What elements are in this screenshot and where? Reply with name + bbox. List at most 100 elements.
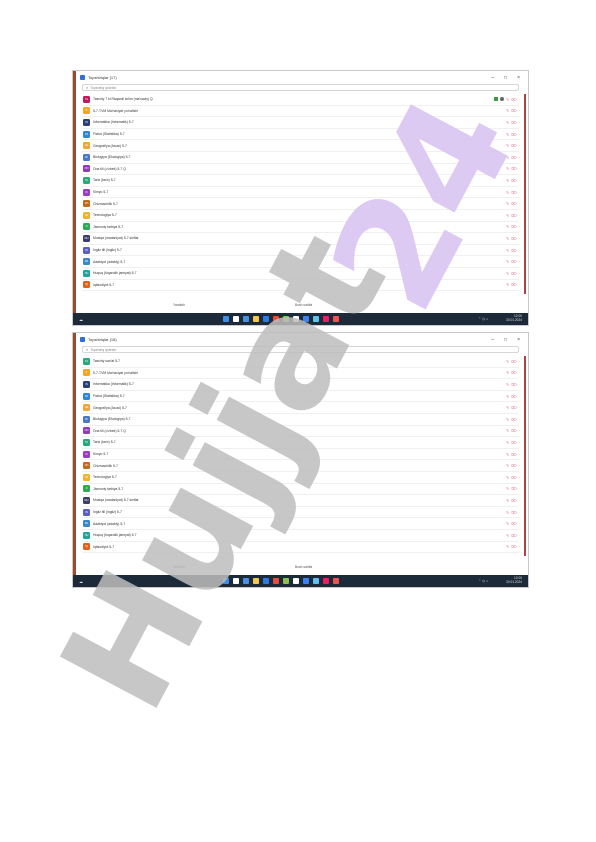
edit-icon[interactable]: ✎: [506, 166, 509, 171]
delete-icon[interactable]: ⌦: [511, 143, 517, 148]
taskbar-app-icon[interactable]: [313, 316, 319, 322]
create-button[interactable]: Yaratish: [173, 303, 185, 307]
list-item[interactable]: ON Ona tili (o'zbek) 5-7 Q ✎ ⌦: [82, 426, 519, 438]
edit-icon[interactable]: ✎: [506, 248, 509, 253]
taskbar-app-icon[interactable]: [223, 316, 229, 322]
list-item[interactable]: IN Informatika (Informatik) 5-7 ✎ ⌦: [82, 117, 519, 129]
list-item[interactable]: TA Tarix (tarix) 5-7 ✎ ⌦: [82, 437, 519, 449]
edit-icon[interactable]: ✎: [506, 405, 509, 410]
edit-icon[interactable]: ✎: [506, 359, 509, 364]
list-item[interactable]: IN Ingliz tili (ingliz) 5-7 ✎ ⌦: [82, 507, 519, 519]
edit-icon[interactable]: ✎: [506, 440, 509, 445]
delete-icon[interactable]: ⌦: [511, 382, 517, 387]
system-tray-icon[interactable]: ⌃ ◷ ◗: [478, 317, 488, 321]
status-dot-icon[interactable]: [499, 96, 504, 101]
list-item[interactable]: IQ Iqtisodiyot 5-7 ✎ ⌦: [82, 542, 519, 554]
home-button[interactable]: Bosh sahifa: [295, 565, 312, 569]
list-item[interactable]: TA Tasviriy 7 kl Raqamli ta'lim (ma'naviy…: [82, 94, 519, 106]
edit-icon[interactable]: ✎: [506, 510, 509, 515]
scrollbar[interactable]: [524, 94, 526, 294]
list-item[interactable]: GE Geografiya (Asosi) 5-7 ✎ ⌦: [82, 402, 519, 414]
edit-icon[interactable]: ✎: [506, 190, 509, 195]
edit-icon[interactable]: ✎: [506, 259, 509, 264]
delete-icon[interactable]: ⌦: [511, 271, 517, 276]
list-item[interactable]: KI Kimyo 5-7 ✎ ⌦: [82, 187, 519, 199]
delete-icon[interactable]: ⌦: [511, 155, 517, 160]
delete-icon[interactable]: ⌦: [511, 97, 517, 102]
delete-icon[interactable]: ⌦: [511, 440, 517, 445]
delete-icon[interactable]: ⌦: [511, 359, 517, 364]
delete-icon[interactable]: ⌦: [511, 282, 517, 287]
edit-icon[interactable]: ✎: [506, 108, 509, 113]
edit-icon[interactable]: ✎: [506, 201, 509, 206]
list-item[interactable]: KI Kimyo 5-7 ✎ ⌦: [82, 449, 519, 461]
delete-icon[interactable]: ⌦: [511, 486, 517, 491]
delete-icon[interactable]: ⌦: [511, 510, 517, 515]
taskbar-app-icon[interactable]: [263, 316, 269, 322]
delete-icon[interactable]: ⌦: [511, 236, 517, 241]
list-item[interactable]: TE Texnologiya 5-7 ✎ ⌦: [82, 472, 519, 484]
maximize-icon[interactable]: □: [504, 75, 507, 81]
edit-icon[interactable]: ✎: [506, 213, 509, 218]
taskbar-app-icon[interactable]: [283, 316, 289, 322]
taskbar-app-icon[interactable]: [283, 578, 289, 584]
list-item[interactable]: HU Huquq (fuqarolik jamiyat) 5-7 ✎ ⌦: [82, 268, 519, 280]
list-item[interactable]: IQ Iqtisodiyot 5-7 ✎ ⌦: [82, 280, 519, 292]
taskbar-app-icon[interactable]: [303, 316, 309, 322]
edit-icon[interactable]: ✎: [506, 370, 509, 375]
taskbar-app-icon[interactable]: [253, 316, 259, 322]
edit-icon[interactable]: ✎: [506, 120, 509, 125]
taskbar-app-icon[interactable]: [273, 316, 279, 322]
delete-icon[interactable]: ⌦: [511, 132, 517, 137]
edit-icon[interactable]: ✎: [506, 475, 509, 480]
search-input[interactable]: ⌕ Topshiriq qidirish: [82, 84, 519, 91]
system-tray-icon[interactable]: ⌃ ◷ ◗: [478, 579, 488, 583]
widgets-icon[interactable]: ☁: [79, 317, 83, 322]
edit-icon[interactable]: ✎: [506, 155, 509, 160]
delete-icon[interactable]: ⌦: [511, 428, 517, 433]
edit-icon[interactable]: ✎: [506, 533, 509, 538]
delete-icon[interactable]: ⌦: [511, 120, 517, 125]
taskbar-app-icon[interactable]: [253, 578, 259, 584]
taskbar-app-icon[interactable]: [263, 578, 269, 584]
delete-icon[interactable]: ⌦: [511, 475, 517, 480]
taskbar-app-icon[interactable]: [293, 316, 299, 322]
taskbar-app-icon[interactable]: [333, 316, 339, 322]
delete-icon[interactable]: ⌦: [511, 417, 517, 422]
list-item[interactable]: IN Ingliz tili (ingliz) 5-7 ✎ ⌦: [82, 245, 519, 257]
edit-icon[interactable]: ✎: [506, 498, 509, 503]
list-item[interactable]: ON Ona tili (o'zbek) 5-7 Q ✎ ⌦: [82, 164, 519, 176]
edit-icon[interactable]: ✎: [506, 143, 509, 148]
edit-icon[interactable]: ✎: [506, 521, 509, 526]
delete-icon[interactable]: ⌦: [511, 394, 517, 399]
taskbar-app-icon[interactable]: [313, 578, 319, 584]
list-item[interactable]: CH Chizmachilik 5-7 ✎ ⌦: [82, 198, 519, 210]
list-item[interactable]: FZ Fizika (Statistika) 5-7 ✎ ⌦: [82, 391, 519, 403]
list-item[interactable]: BI Biologiya (Ekologiya) 5-7 ✎ ⌦: [82, 152, 519, 164]
delete-icon[interactable]: ⌦: [511, 224, 517, 229]
delete-icon[interactable]: ⌦: [511, 544, 517, 549]
delete-icon[interactable]: ⌦: [511, 213, 517, 218]
edit-icon[interactable]: ✎: [506, 271, 509, 276]
list-item[interactable]: 5 5-7-TVM Ma'naviyat yo'nalishi ✎ ⌦: [82, 106, 519, 118]
delete-icon[interactable]: ⌦: [511, 178, 517, 183]
delete-icon[interactable]: ⌦: [511, 370, 517, 375]
edit-icon[interactable]: ✎: [506, 452, 509, 457]
taskbar-app-icon[interactable]: [273, 578, 279, 584]
edit-icon[interactable]: ✎: [506, 544, 509, 549]
search-input[interactable]: ⌕ Topshiriq qidirish: [82, 346, 519, 353]
taskbar-app-icon[interactable]: [323, 578, 329, 584]
list-item[interactable]: JI Jismoniy tarbiya 5-7 ✎ ⌦: [82, 222, 519, 234]
edit-icon[interactable]: ✎: [506, 97, 509, 102]
create-button[interactable]: Yaratish: [173, 565, 185, 569]
delete-icon[interactable]: ⌦: [511, 259, 517, 264]
taskbar-app-icon[interactable]: [233, 316, 239, 322]
close-icon[interactable]: ×: [517, 337, 520, 343]
taskbar-app-icon[interactable]: [243, 316, 249, 322]
list-item[interactable]: BI Biologiya (Ekologiya) 5-7 ✎ ⌦: [82, 414, 519, 426]
list-item[interactable]: JI Jismoniy tarbiya 5-7 ✎ ⌦: [82, 484, 519, 496]
taskbar-app-icon[interactable]: [293, 578, 299, 584]
list-item[interactable]: GE Geografiya (Asosi) 5-7 ✎ ⌦: [82, 140, 519, 152]
delete-icon[interactable]: ⌦: [511, 201, 517, 206]
edit-icon[interactable]: ✎: [506, 178, 509, 183]
